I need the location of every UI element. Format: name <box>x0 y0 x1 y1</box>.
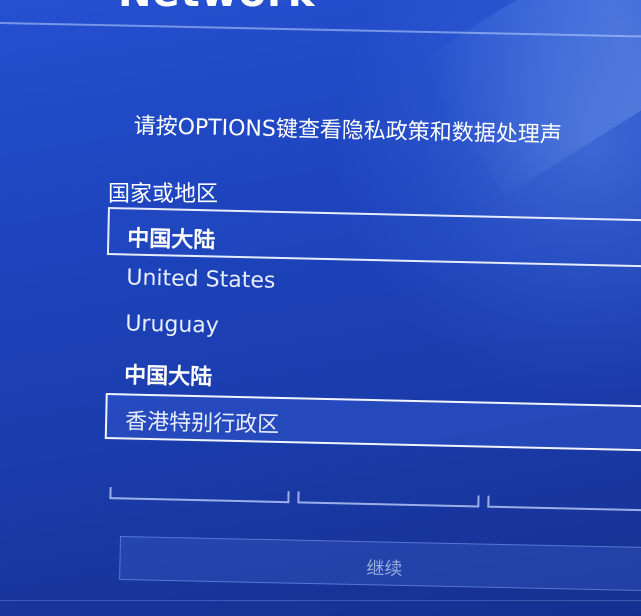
region-option-list: United States Uruguay 中国大陆 香港特别行政区 <box>103 255 641 512</box>
hidden-field-edge <box>297 491 480 508</box>
ps4-network-setup-screen: Network 请按OPTIONS键查看隐私政策和数据处理声 国家或地区 中国大… <box>0 0 641 616</box>
hidden-field-edge <box>487 495 641 512</box>
region-dropdown[interactable]: 中国大陆 United States Uruguay 中国大陆 香港特别行政区 <box>102 207 641 512</box>
region-field-label: 国家或地区 <box>108 182 219 207</box>
continue-button[interactable]: 继续 <box>119 536 641 592</box>
footer-divider <box>0 600 641 601</box>
region-option-label: 中国大陆 <box>123 363 213 391</box>
region-option-label: Uruguay <box>125 311 220 339</box>
hidden-fields-edge <box>109 487 641 514</box>
page-title: Network <box>118 0 316 16</box>
continue-button-label: 继续 <box>366 558 403 580</box>
region-dropdown-selected-label: 中国大陆 <box>126 226 216 254</box>
hidden-field-edge <box>109 487 290 504</box>
region-option-label: 香港特别行政区 <box>124 409 280 438</box>
region-option-label: United States <box>126 265 276 294</box>
